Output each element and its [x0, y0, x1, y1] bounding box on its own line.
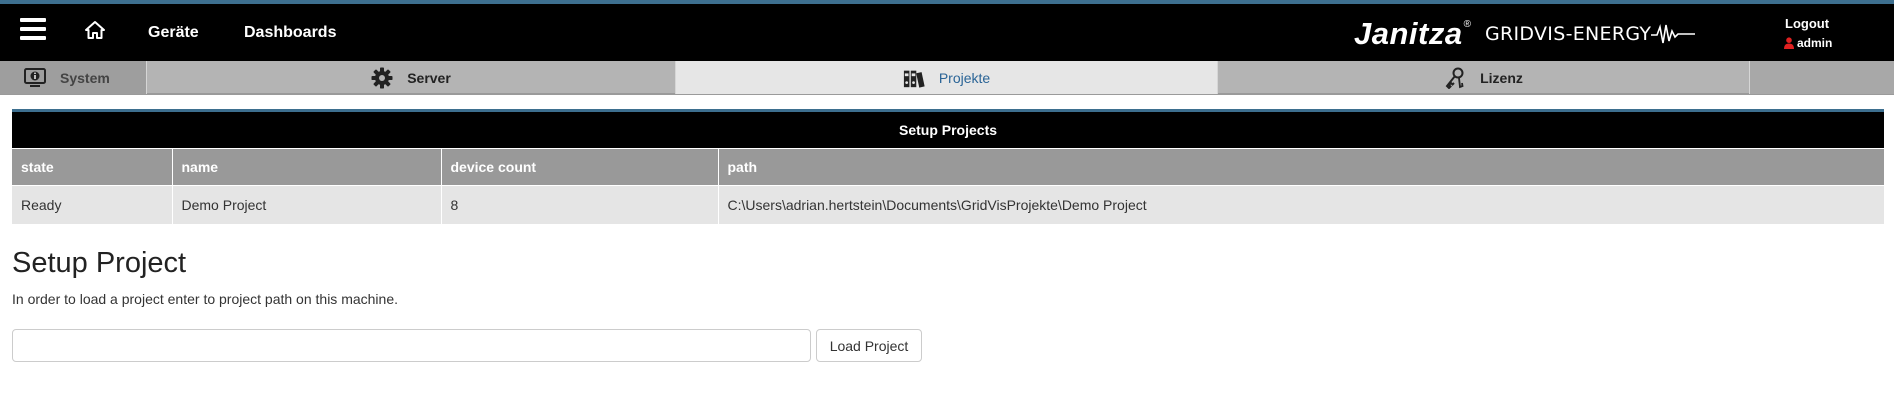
tab-projekte-label: Projekte	[938, 69, 991, 86]
projects-table: state name device count path Ready Demo …	[12, 148, 1884, 224]
monitor-info-icon	[24, 67, 46, 87]
keys-icon	[1445, 67, 1464, 89]
home-icon[interactable]	[84, 20, 106, 40]
cell-device-count: 8	[441, 185, 719, 224]
cell-state: Ready	[12, 185, 173, 224]
current-user: admin	[1784, 36, 1832, 50]
tab-lizenz[interactable]: Lizenz	[1218, 61, 1750, 94]
logout-link[interactable]: Logout	[1785, 16, 1829, 31]
user-name: admin	[1797, 36, 1833, 50]
tab-server[interactable]: Server	[147, 61, 676, 94]
brand-product: GRIDVIS-ENERGY	[1484, 23, 1652, 45]
tab-projekte[interactable]: Projekte	[676, 61, 1218, 94]
settings-tabbar: System Server Projekte Lizenz	[0, 61, 1894, 95]
binders-icon	[903, 70, 925, 88]
waveform-icon	[1651, 24, 1696, 44]
setup-project-title: Setup Project	[12, 247, 187, 279]
tab-system[interactable]: System	[0, 61, 147, 94]
project-path-input[interactable]	[12, 329, 811, 362]
nav-geraete-link[interactable]: Geräte	[148, 24, 199, 42]
tab-system-label: System	[60, 69, 110, 86]
tab-lizenz-label: Lizenz	[1480, 69, 1523, 86]
tabbar-filler	[1750, 61, 1894, 94]
gear-icon	[371, 67, 393, 88]
user-icon	[1784, 37, 1794, 49]
column-header-name[interactable]: name	[172, 148, 442, 186]
load-project-button[interactable]: Load Project	[816, 329, 922, 362]
menu-icon[interactable]	[20, 18, 46, 40]
nav-dashboards-link[interactable]: Dashboards	[244, 24, 336, 42]
brand-registered-mark: ®	[1463, 18, 1471, 30]
column-header-device-count[interactable]: device count	[441, 148, 719, 186]
column-header-state[interactable]: state	[12, 148, 173, 186]
setup-project-description: In order to load a project enter to proj…	[12, 291, 399, 307]
cell-name: Demo Project	[172, 185, 442, 224]
tab-server-label: Server	[407, 69, 451, 86]
brand-name: Janitza	[1354, 16, 1463, 51]
top-navbar: Geräte Dashboards Janitza ® GRIDVIS-ENER…	[0, 0, 1894, 61]
table-row[interactable]: Ready Demo Project 8 C:\Users\adrian.her…	[12, 185, 1884, 224]
projects-table-title: Setup Projects	[12, 109, 1884, 148]
table-header-row: state name device count path	[12, 148, 1884, 186]
brand-logo: Janitza ® GRIDVIS-ENERGY	[1354, 14, 1696, 54]
projects-table-panel: Setup Projects state name device count p…	[12, 109, 1884, 224]
cell-path: C:\Users\adrian.hertstein\Documents\Grid…	[718, 185, 1884, 224]
column-header-path[interactable]: path	[718, 148, 1884, 186]
